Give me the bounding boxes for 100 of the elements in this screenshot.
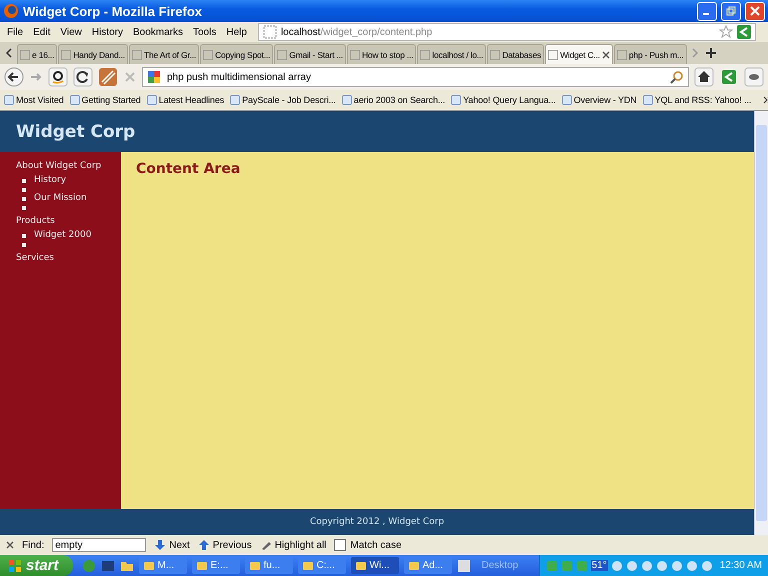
bookmark-item[interactable]: Latest Headlines bbox=[146, 95, 224, 105]
page-icon bbox=[203, 50, 214, 60]
bookmark-item[interactable]: Yahoo! Query Langua... bbox=[451, 95, 556, 105]
bookmark-icon bbox=[562, 95, 572, 105]
page-icon bbox=[277, 50, 288, 60]
bookmark-item[interactable]: aerio 2003 on Search... bbox=[342, 95, 446, 105]
bookmark-item[interactable]: Getting Started bbox=[70, 95, 141, 105]
extension-icon[interactable] bbox=[744, 67, 764, 87]
page-link[interactable]: History bbox=[32, 176, 68, 185]
menu-item[interactable]: Help bbox=[221, 26, 252, 38]
addon-icon[interactable] bbox=[98, 67, 118, 87]
arrow-down-icon bbox=[154, 539, 166, 551]
browser-tab[interactable]: How to stop ... bbox=[346, 44, 416, 64]
new-tab-icon[interactable] bbox=[704, 47, 717, 59]
scroll-right-icon[interactable] bbox=[690, 48, 700, 58]
reload-icon[interactable] bbox=[73, 67, 93, 87]
clock: 12:30 AM bbox=[720, 560, 762, 571]
share-icon[interactable] bbox=[737, 25, 751, 39]
close-button[interactable] bbox=[745, 2, 765, 20]
page-icon bbox=[20, 50, 30, 60]
page-link[interactable]: Widget 2000 bbox=[32, 231, 94, 240]
page-link[interactable]: Our Mission bbox=[32, 194, 89, 203]
share-icon[interactable] bbox=[719, 67, 739, 87]
close-icon[interactable] bbox=[602, 50, 610, 58]
folder-icon bbox=[248, 560, 261, 572]
menu-item[interactable]: File bbox=[2, 26, 28, 38]
minimize-button[interactable] bbox=[697, 2, 717, 20]
page-icon bbox=[262, 25, 277, 39]
bookmark-item[interactable]: Overview - YDN bbox=[562, 95, 637, 105]
tray-icon[interactable] bbox=[626, 560, 638, 572]
site-title: Widget Corp bbox=[16, 122, 136, 142]
restore-button[interactable] bbox=[721, 2, 741, 20]
find-button[interactable]: Next bbox=[154, 539, 190, 551]
taskbar-button[interactable]: C:... bbox=[298, 557, 346, 574]
close-icon[interactable] bbox=[6, 541, 14, 549]
subject-link[interactable]: Services bbox=[16, 251, 121, 266]
bookmark-item[interactable]: YQL and RSS: Yahoo! ... bbox=[642, 95, 752, 105]
bookmark-icon bbox=[4, 95, 14, 105]
taskbar-button[interactable]: M... bbox=[138, 557, 187, 574]
bookmark-item[interactable]: PayScale - Job Descri... bbox=[230, 95, 336, 105]
browser-tab[interactable]: The Art of Gr... bbox=[128, 44, 200, 64]
find-button[interactable]: Previous bbox=[198, 539, 252, 551]
browser-tab[interactable]: e 16... bbox=[17, 44, 58, 64]
bookmark-icon bbox=[642, 95, 653, 105]
page-icon bbox=[548, 50, 558, 60]
browser-tab[interactable]: localhost / lo... bbox=[417, 44, 486, 64]
flag-icon bbox=[8, 558, 22, 572]
folder-icon bbox=[354, 560, 367, 572]
tray-icon[interactable] bbox=[610, 560, 623, 572]
subject-link[interactable]: Products bbox=[16, 214, 121, 229]
tray-icon[interactable] bbox=[700, 560, 713, 572]
pen-icon bbox=[260, 539, 272, 551]
match-case-checkbox[interactable]: Match case bbox=[334, 539, 402, 551]
browser-tab[interactable]: Databases bbox=[487, 44, 544, 64]
bookmark-icon bbox=[230, 95, 240, 105]
browser-tab[interactable]: Handy Dand... bbox=[58, 44, 128, 64]
subject-link[interactable]: About Widget Corp bbox=[16, 159, 121, 174]
bookmark-icon bbox=[342, 95, 352, 105]
browser-tab[interactable]: php - Push m... bbox=[614, 44, 687, 64]
page-icon bbox=[420, 50, 430, 60]
star-icon[interactable] bbox=[719, 25, 733, 39]
arrow-up-icon bbox=[198, 539, 210, 551]
home-icon[interactable] bbox=[694, 67, 714, 87]
folder-icon bbox=[302, 560, 314, 572]
menu-item[interactable]: Bookmarks bbox=[128, 26, 188, 38]
find-label: Find: bbox=[22, 540, 44, 550]
search-field[interactable]: php push multidimensional array bbox=[142, 67, 689, 87]
bullet-icon bbox=[22, 234, 26, 238]
page-icon bbox=[490, 50, 500, 60]
taskbar-button[interactable]: E:... bbox=[192, 557, 240, 574]
tray-icon[interactable] bbox=[656, 560, 668, 572]
menu-item[interactable]: Edit bbox=[28, 26, 56, 38]
tray-icon[interactable] bbox=[670, 560, 683, 572]
browser-tab[interactable]: Widget C... bbox=[545, 44, 613, 64]
browser-tab[interactable]: Gmail - Start ... bbox=[274, 44, 346, 64]
bookmark-item[interactable]: Most Visited bbox=[4, 95, 64, 105]
folder-icon bbox=[142, 560, 155, 572]
browser-tab[interactable]: Copying Spot... bbox=[200, 44, 274, 64]
find-button[interactable]: Highlight all bbox=[260, 539, 326, 551]
tray-icon[interactable] bbox=[686, 560, 698, 572]
menu-item[interactable]: Tools bbox=[188, 26, 222, 38]
temperature-badge[interactable]: 51° bbox=[590, 560, 608, 571]
minimize-icon bbox=[703, 13, 709, 15]
taskbar-button[interactable]: Wi... bbox=[350, 557, 399, 574]
scroll-left-icon[interactable] bbox=[4, 48, 14, 58]
find-field[interactable]: empty bbox=[52, 538, 146, 552]
menu-item[interactable]: History bbox=[86, 26, 128, 38]
taskbar-button[interactable]: Ad... bbox=[404, 557, 452, 574]
page-icon bbox=[350, 50, 360, 60]
page-icon bbox=[616, 50, 627, 60]
menu-item[interactable]: View bbox=[55, 26, 87, 38]
search-icon[interactable] bbox=[670, 70, 684, 84]
content-title: Content Area bbox=[136, 161, 242, 177]
taskbar-button[interactable]: fu... bbox=[244, 557, 293, 574]
back-icon[interactable] bbox=[4, 67, 24, 87]
address-field[interactable]: localhost/widget_corp/content.php bbox=[258, 23, 756, 41]
vertical-scrollbar[interactable] bbox=[754, 111, 768, 535]
folder-icon bbox=[196, 560, 208, 572]
bullet-icon bbox=[22, 196, 26, 200]
tray-icon[interactable] bbox=[640, 560, 653, 572]
